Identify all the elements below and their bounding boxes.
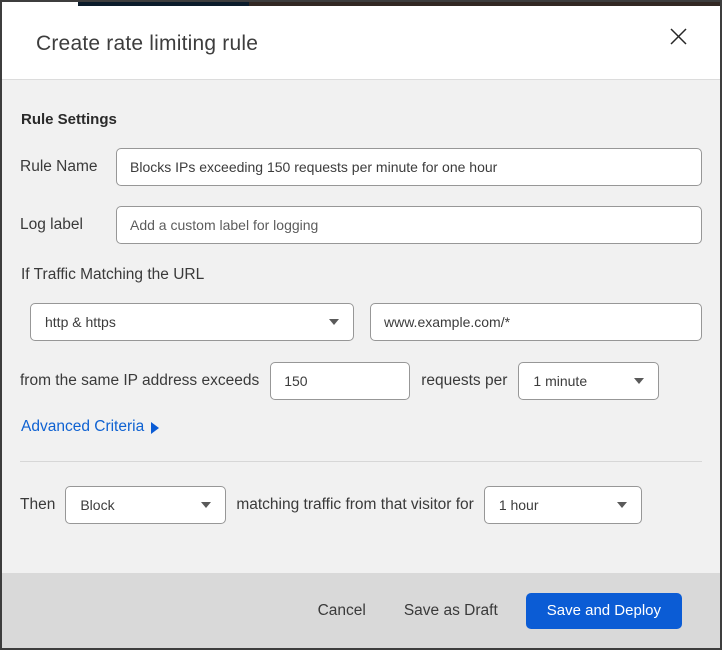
create-rate-limiting-rule-dialog: Create rate limiting rule Rule Settings … [0, 0, 722, 650]
period-select-value: 1 minute [533, 373, 588, 389]
log-label-label: Log label [20, 216, 83, 233]
duration-select-value: 1 hour [498, 497, 539, 513]
scheme-select-value: http & https [45, 314, 116, 330]
rule-name-row: Rule Name [20, 148, 702, 186]
requests-per-label: requests per [421, 372, 508, 389]
chevron-down-icon [201, 502, 212, 508]
duration-label: matching traffic from that visitor for [236, 496, 474, 513]
request-count-input[interactable] [270, 362, 411, 400]
url-pattern-input[interactable] [370, 303, 702, 341]
threshold-row: from the same IP address exceeds request… [20, 362, 702, 400]
close-icon [669, 28, 688, 49]
exceeds-label: from the same IP address exceeds [20, 372, 260, 389]
chevron-down-icon [616, 502, 627, 508]
rule-name-input[interactable] [116, 148, 702, 186]
close-button[interactable] [663, 21, 694, 52]
advanced-criteria-label: Advanced Criteria [21, 418, 145, 435]
dialog-header: Create rate limiting rule [2, 2, 720, 80]
section-divider [20, 461, 702, 462]
scheme-select[interactable]: http & https [30, 303, 354, 341]
action-select[interactable]: Block [65, 486, 227, 524]
chevron-down-icon [329, 319, 339, 325]
traffic-match-heading: If Traffic Matching the URL [21, 266, 205, 283]
period-select[interactable]: 1 minute [518, 362, 660, 400]
advanced-criteria-link[interactable]: Advanced Criteria [21, 416, 160, 438]
then-label: Then [20, 496, 56, 513]
background-page-strip-navy [78, 2, 249, 6]
action-select-value: Block [80, 497, 115, 513]
chevron-down-icon [634, 378, 645, 384]
cancel-button[interactable]: Cancel [308, 594, 376, 628]
save-and-deploy-button[interactable]: Save and Deploy [525, 592, 682, 629]
dialog-body: Rule Settings Rule Name Log label If Tra… [2, 80, 720, 573]
duration-select[interactable]: 1 hour [483, 486, 642, 524]
url-match-row: http & https [20, 303, 702, 341]
save-as-draft-button[interactable]: Save as Draft [394, 594, 508, 628]
background-page-strip-brown [249, 2, 720, 6]
log-label-row: Log label [20, 206, 702, 244]
rule-name-label: Rule Name [20, 158, 98, 175]
action-row: Then Block matching traffic from that vi… [20, 486, 702, 524]
arrow-right-icon [151, 422, 160, 434]
dialog-footer: Cancel Save as Draft Save and Deploy [2, 573, 720, 648]
dialog-title: Create rate limiting rule [36, 31, 259, 55]
rule-settings-heading: Rule Settings [21, 111, 117, 128]
log-label-input[interactable] [116, 206, 702, 244]
